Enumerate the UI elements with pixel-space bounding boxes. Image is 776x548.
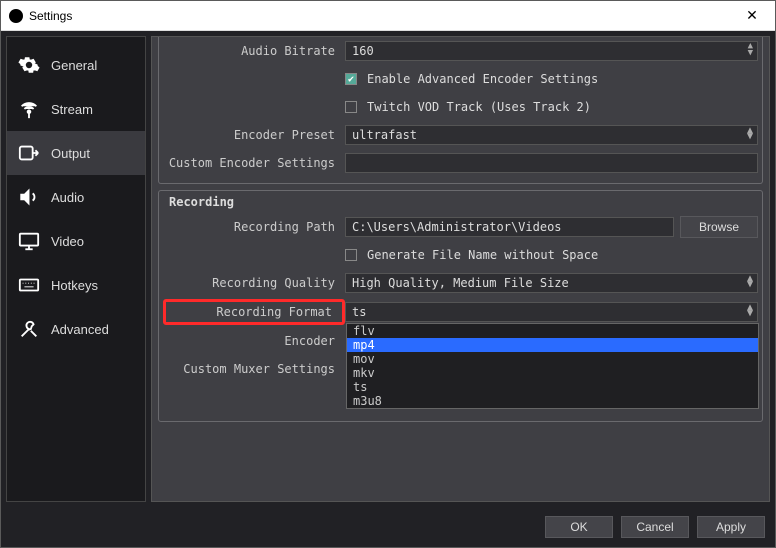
signal-icon bbox=[17, 98, 41, 120]
sidebar: General Stream Output Audio bbox=[6, 36, 146, 502]
label-encoder-preset: Encoder Preset bbox=[163, 128, 345, 142]
sidebar-item-label: General bbox=[51, 58, 97, 73]
sidebar-item-stream[interactable]: Stream bbox=[7, 87, 145, 131]
sidebar-item-label: Output bbox=[51, 146, 90, 161]
ok-button[interactable]: OK bbox=[545, 516, 613, 538]
dialog-footer: OK Cancel Apply bbox=[1, 507, 775, 547]
cancel-button[interactable]: Cancel bbox=[621, 516, 689, 538]
format-option-ts[interactable]: ts bbox=[347, 380, 758, 394]
window-title: Settings bbox=[29, 9, 72, 23]
encoder-preset-select[interactable]: ultrafast ▲▼ bbox=[345, 125, 758, 145]
gear-icon bbox=[17, 54, 41, 76]
format-option-mp4[interactable]: mp4 bbox=[347, 338, 758, 352]
sidebar-item-hotkeys[interactable]: Hotkeys bbox=[7, 263, 145, 307]
label-audio-bitrate: Audio Bitrate bbox=[163, 44, 345, 58]
sidebar-item-general[interactable]: General bbox=[7, 43, 145, 87]
audio-bitrate-spinner[interactable]: 160 ▲▼ bbox=[345, 41, 758, 61]
chevron-down-icon: ▲▼ bbox=[747, 305, 753, 317]
sidebar-item-label: Audio bbox=[51, 190, 84, 205]
checkbox-label: Generate File Name without Space bbox=[367, 248, 598, 262]
label-recording-path: Recording Path bbox=[163, 220, 345, 234]
format-option-mov[interactable]: mov bbox=[347, 352, 758, 366]
content-pane: Audio Bitrate 160 ▲▼ ✔ Enable Advanced E… bbox=[151, 36, 770, 502]
label-recording-quality: Recording Quality bbox=[163, 276, 345, 290]
recording-path-input[interactable] bbox=[345, 217, 674, 237]
speaker-icon bbox=[17, 186, 41, 208]
app-icon bbox=[9, 9, 23, 23]
checkbox-label: Enable Advanced Encoder Settings bbox=[367, 72, 598, 86]
chevron-down-icon: ▲▼ bbox=[747, 276, 753, 288]
checkbox-gen-filename[interactable] bbox=[345, 249, 357, 261]
sidebar-item-label: Video bbox=[51, 234, 84, 249]
recording-format-dropdown[interactable]: flvmp4movmkvtsm3u8 bbox=[346, 323, 759, 409]
spinner-icon: ▲▼ bbox=[748, 43, 753, 57]
browse-button[interactable]: Browse bbox=[680, 216, 758, 238]
sidebar-item-label: Hotkeys bbox=[51, 278, 98, 293]
sidebar-item-video[interactable]: Video bbox=[7, 219, 145, 263]
sidebar-item-output[interactable]: Output bbox=[7, 131, 145, 175]
custom-encoder-input[interactable] bbox=[345, 153, 758, 173]
format-option-mkv[interactable]: mkv bbox=[347, 366, 758, 380]
label-custom-muxer: Custom Muxer Settings bbox=[163, 362, 345, 376]
keyboard-icon bbox=[17, 274, 41, 296]
apply-button[interactable]: Apply bbox=[697, 516, 765, 538]
group-title-recording: Recording bbox=[163, 193, 758, 215]
streaming-group: Audio Bitrate 160 ▲▼ ✔ Enable Advanced E… bbox=[158, 36, 763, 184]
checkbox-twitch-vod[interactable] bbox=[345, 101, 357, 113]
label-custom-encoder: Custom Encoder Settings bbox=[163, 156, 345, 170]
label-recording-format: Recording Format bbox=[163, 299, 345, 325]
sidebar-item-audio[interactable]: Audio bbox=[7, 175, 145, 219]
sidebar-item-advanced[interactable]: Advanced bbox=[7, 307, 145, 351]
monitor-icon bbox=[17, 230, 41, 252]
title-bar: Settings ✕ bbox=[1, 1, 775, 31]
tools-icon bbox=[17, 318, 41, 340]
checkbox-label: Twitch VOD Track (Uses Track 2) bbox=[367, 100, 591, 114]
output-icon bbox=[17, 142, 41, 164]
chevron-down-icon: ▲▼ bbox=[747, 128, 753, 140]
format-option-m3u8[interactable]: m3u8 bbox=[347, 394, 758, 408]
checkbox-enable-advanced[interactable]: ✔ bbox=[345, 73, 357, 85]
sidebar-item-label: Stream bbox=[51, 102, 93, 117]
format-option-flv[interactable]: flv bbox=[347, 324, 758, 338]
sidebar-item-label: Advanced bbox=[51, 322, 109, 337]
label-encoder: Encoder bbox=[163, 334, 345, 348]
recording-quality-select[interactable]: High Quality, Medium File Size ▲▼ bbox=[345, 273, 758, 293]
close-button[interactable]: ✕ bbox=[737, 7, 767, 24]
recording-format-select[interactable]: ts ▲▼ bbox=[345, 302, 758, 322]
